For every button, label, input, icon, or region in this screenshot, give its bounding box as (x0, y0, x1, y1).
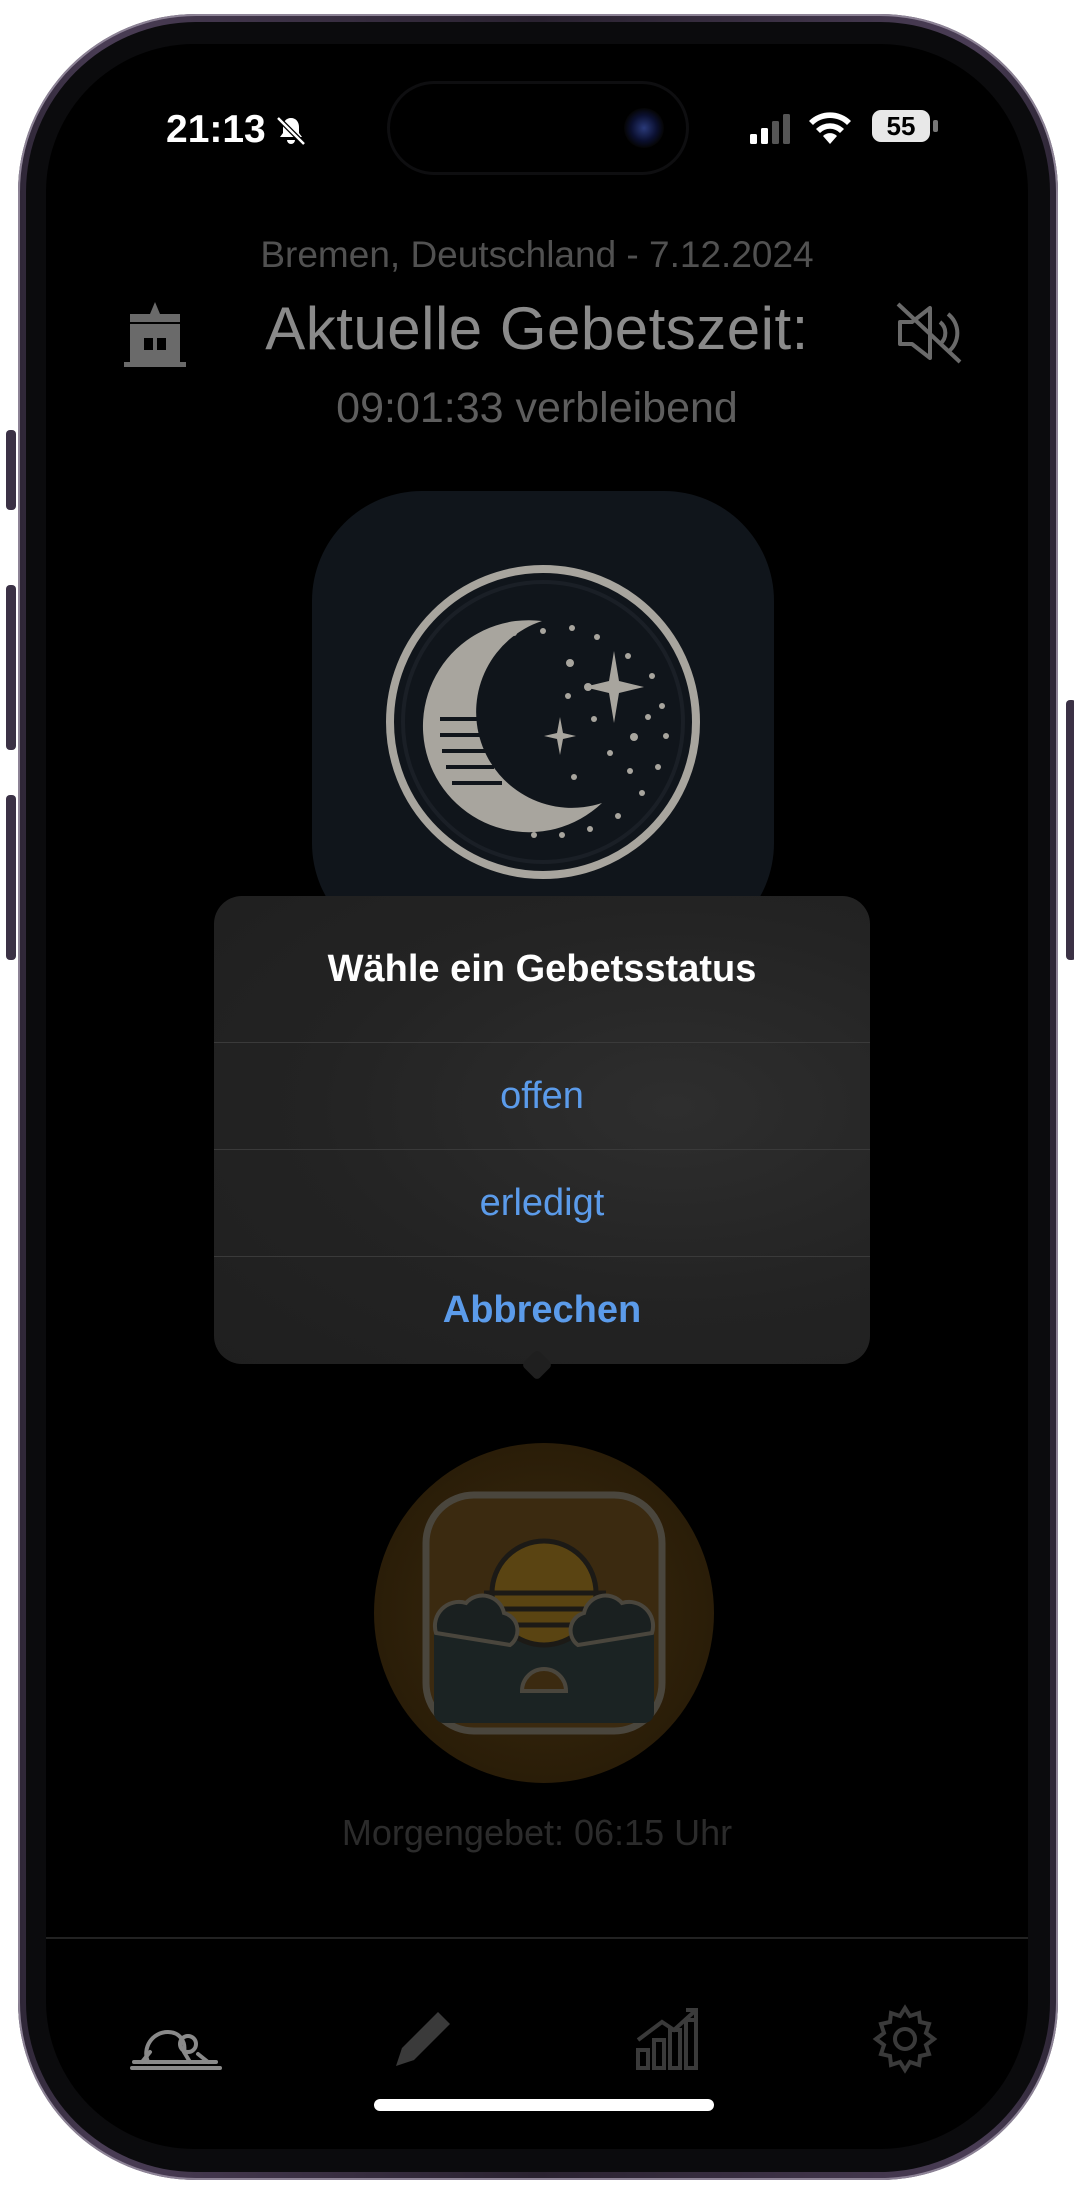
power-button (1066, 700, 1074, 960)
cellular-signal-icon (750, 114, 790, 144)
prayer-icon (130, 2029, 222, 2070)
time-remaining: 09:01:33 verbleibend (336, 384, 738, 432)
action-button (6, 430, 16, 510)
silent-bell-icon (276, 116, 306, 146)
sunrise-icon (422, 1491, 666, 1735)
page-title: Aktuelle Gebetszeit: (265, 295, 809, 362)
next-prayer-image[interactable] (374, 1443, 714, 1783)
dynamic-island (390, 84, 686, 172)
home-indicator[interactable] (374, 2099, 714, 2111)
volume-up-button (6, 585, 16, 750)
mosque-icon[interactable] (122, 300, 188, 370)
battery-indicator: 55 (872, 110, 930, 142)
cancel-button[interactable]: Abbrechen (214, 1256, 870, 1364)
tabbar-divider (46, 1937, 1028, 1939)
wifi-icon (809, 112, 851, 144)
tab-statistics[interactable] (632, 2004, 702, 2074)
option-open-button[interactable]: offen (214, 1042, 870, 1150)
chart-icon (636, 2008, 698, 2070)
gear-icon (872, 2004, 938, 2074)
moon-stars-icon (386, 565, 700, 879)
prayer-status-action-sheet: Wähle ein Gebetsstatus offen erledigt Ab… (214, 896, 870, 1364)
tab-settings[interactable] (870, 2004, 940, 2074)
next-prayer-label: Morgengebet: 06:15 Uhr (341, 1812, 733, 1853)
battery-tip (933, 120, 938, 132)
prayer-image-tile[interactable] (312, 491, 774, 953)
pencil-icon (396, 2012, 450, 2066)
volume-down-button (6, 795, 16, 960)
action-sheet-title: Wähle ein Gebetsstatus (327, 948, 757, 990)
front-camera (624, 108, 664, 148)
tab-prayer[interactable] (128, 2004, 224, 2074)
status-time: 21:13 (166, 108, 266, 151)
tab-edit[interactable] (388, 2004, 458, 2074)
location-date: Bremen, Deutschland - 7.12.2024 (260, 234, 814, 275)
phone-screen: 21:13 55 Bremen, Deutschland - 7.12.2024… (46, 44, 1028, 2149)
option-done-button[interactable]: erledigt (214, 1149, 870, 1257)
mute-speaker-icon[interactable] (894, 300, 968, 366)
